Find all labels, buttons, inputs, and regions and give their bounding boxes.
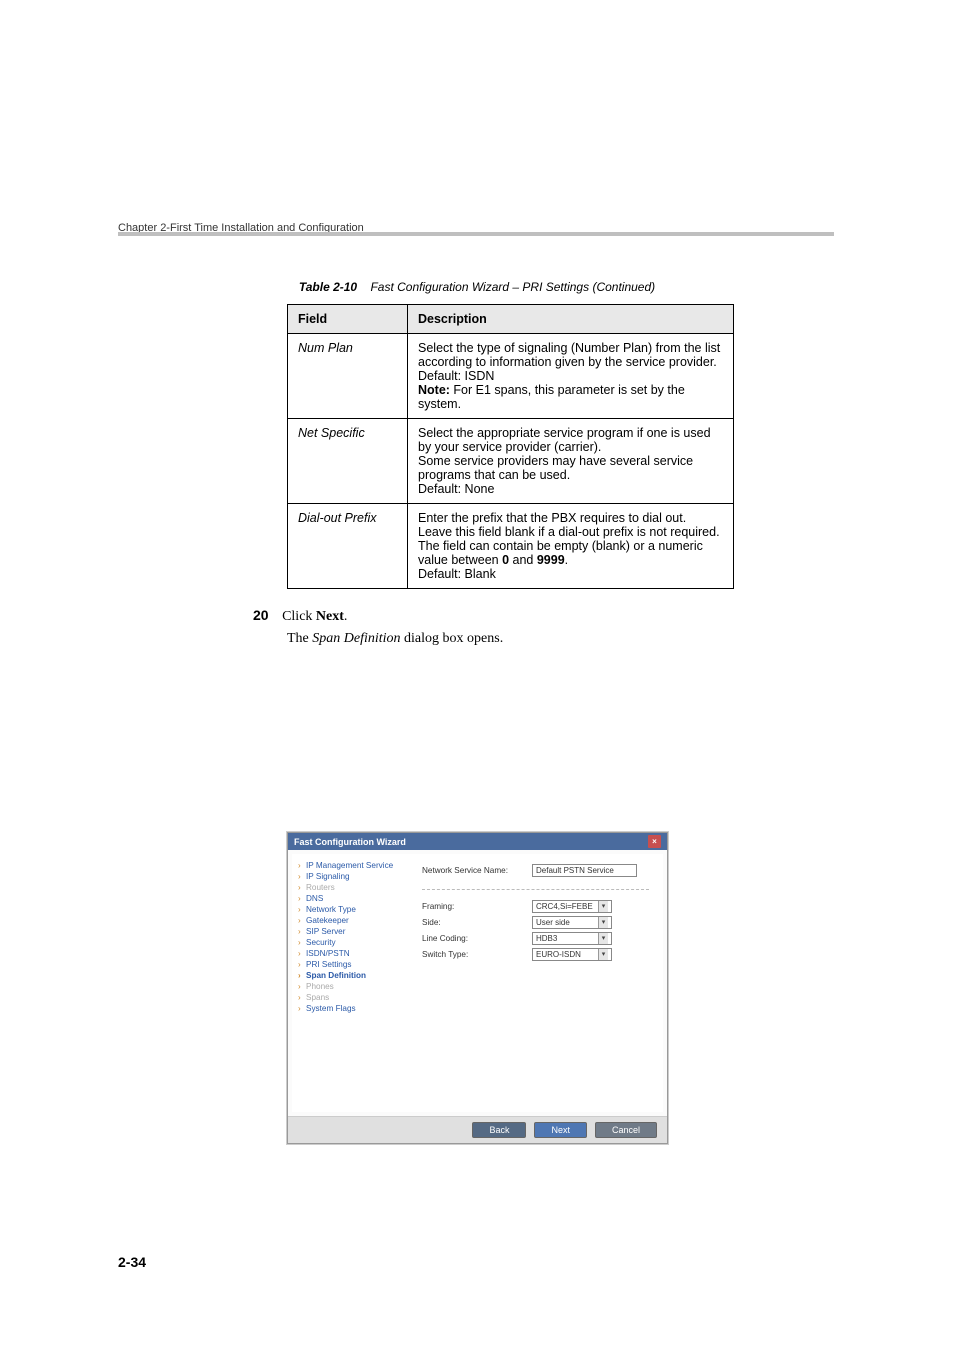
- side-select[interactable]: User side▾: [532, 916, 612, 929]
- wizard-nav-item[interactable]: Gatekeeper: [296, 915, 404, 926]
- wizard-nav-item[interactable]: Routers: [296, 882, 404, 893]
- next-button[interactable]: Next: [534, 1122, 587, 1138]
- desc-num-plan: Select the type of signaling (Number Pla…: [408, 334, 734, 419]
- wizard-nav-item[interactable]: Phones: [296, 981, 404, 992]
- wizard-body: IP Management ServiceIP SignalingRouters…: [288, 850, 667, 1116]
- desc-line: Default: Blank: [418, 567, 723, 581]
- note-text: For E1 spans, this parameter is set by t…: [418, 383, 685, 411]
- note-label: Note:: [418, 383, 450, 397]
- desc-line: The field can contain be empty (blank) o…: [418, 539, 723, 567]
- chevron-down-icon: ▾: [598, 933, 608, 944]
- dialog-name: Span Definition: [312, 631, 400, 646]
- wizard-nav: IP Management ServiceIP SignalingRouters…: [292, 854, 408, 1112]
- th-field: Field: [288, 305, 408, 334]
- step-number: 20: [253, 607, 269, 623]
- desc-net-specific: Select the appropriate service program i…: [408, 419, 734, 504]
- field-num-plan: Num Plan: [288, 334, 408, 419]
- wizard-titlebar: Fast Configuration Wizard ×: [288, 833, 667, 850]
- wizard-nav-item[interactable]: SIP Server: [296, 926, 404, 937]
- desc-line: Default: None: [418, 482, 723, 496]
- close-icon[interactable]: ×: [648, 835, 661, 848]
- field-net-specific: Net Specific: [288, 419, 408, 504]
- caption-number: Table 2-10: [299, 280, 357, 294]
- chevron-down-icon: ▾: [598, 917, 608, 928]
- fast-configuration-wizard: Fast Configuration Wizard × IP Managemen…: [287, 832, 668, 1144]
- wizard-nav-item[interactable]: Network Type: [296, 904, 404, 915]
- wizard-nav-item[interactable]: ISDN/PSTN: [296, 948, 404, 959]
- cancel-button[interactable]: Cancel: [595, 1122, 657, 1138]
- wizard-nav-item[interactable]: PRI Settings: [296, 959, 404, 970]
- wizard-main: Network Service Name: Default PSTN Servi…: [408, 854, 663, 1112]
- wizard-nav-item[interactable]: IP Signaling: [296, 871, 404, 882]
- wizard-nav-item[interactable]: System Flags: [296, 1003, 404, 1014]
- step-description: The Span Definition dialog box opens.: [287, 631, 954, 647]
- wizard-nav-item[interactable]: Spans: [296, 992, 404, 1003]
- network-service-name-input[interactable]: Default PSTN Service: [532, 864, 637, 877]
- framing-select[interactable]: CRC4,Si=FEBE▾: [532, 900, 612, 913]
- step-20: 20 Click Next.: [253, 607, 954, 625]
- table-row: Num Plan Select the type of signaling (N…: [288, 334, 734, 419]
- nsn-label: Network Service Name:: [422, 866, 532, 875]
- side-label: Side:: [422, 918, 532, 927]
- line-coding-select[interactable]: HDB3▾: [532, 932, 612, 945]
- switch-type-label: Switch Type:: [422, 950, 532, 959]
- caption-text: Fast Configuration Wizard – PRI Settings…: [370, 280, 655, 294]
- next-word: Next: [316, 609, 344, 624]
- switch-type-select[interactable]: EURO-ISDN▾: [532, 948, 612, 961]
- desc-line: Select the type of signaling (Number Pla…: [418, 341, 723, 369]
- desc-line: Default: ISDN: [418, 369, 723, 383]
- desc-line: Note: For E1 spans, this parameter is se…: [418, 383, 723, 411]
- header-rule: [118, 232, 834, 236]
- wizard-title-text: Fast Configuration Wizard: [294, 837, 406, 847]
- line-coding-label: Line Coding:: [422, 934, 532, 943]
- field-dial-out-prefix: Dial-out Prefix: [288, 504, 408, 589]
- wizard-footer: Back Next Cancel: [288, 1116, 667, 1143]
- wizard-nav-item[interactable]: DNS: [296, 893, 404, 904]
- th-description: Description: [408, 305, 734, 334]
- table-row: Net Specific Select the appropriate serv…: [288, 419, 734, 504]
- table-row: Dial-out Prefix Enter the prefix that th…: [288, 504, 734, 589]
- framing-label: Framing:: [422, 902, 532, 911]
- chevron-down-icon: ▾: [598, 949, 608, 960]
- step-text: Click: [282, 609, 316, 624]
- wizard-nav-item[interactable]: IP Management Service: [296, 860, 404, 871]
- desc-line: Select the appropriate service program i…: [418, 426, 723, 454]
- wizard-nav-item[interactable]: Span Definition: [296, 970, 404, 981]
- divider: [422, 889, 649, 890]
- back-button[interactable]: Back: [472, 1122, 526, 1138]
- desc-line: Some service providers may have several …: [418, 454, 723, 482]
- desc-dial-out-prefix: Enter the prefix that the PBX requires t…: [408, 504, 734, 589]
- desc-line: Enter the prefix that the PBX requires t…: [418, 511, 723, 539]
- table-caption: Table 2-10 Fast Configuration Wizard – P…: [197, 0, 757, 294]
- pri-settings-table: Field Description Num Plan Select the ty…: [287, 304, 734, 589]
- chevron-down-icon: ▾: [598, 901, 608, 912]
- page-number: 2-34: [118, 1254, 146, 1270]
- wizard-nav-item[interactable]: Security: [296, 937, 404, 948]
